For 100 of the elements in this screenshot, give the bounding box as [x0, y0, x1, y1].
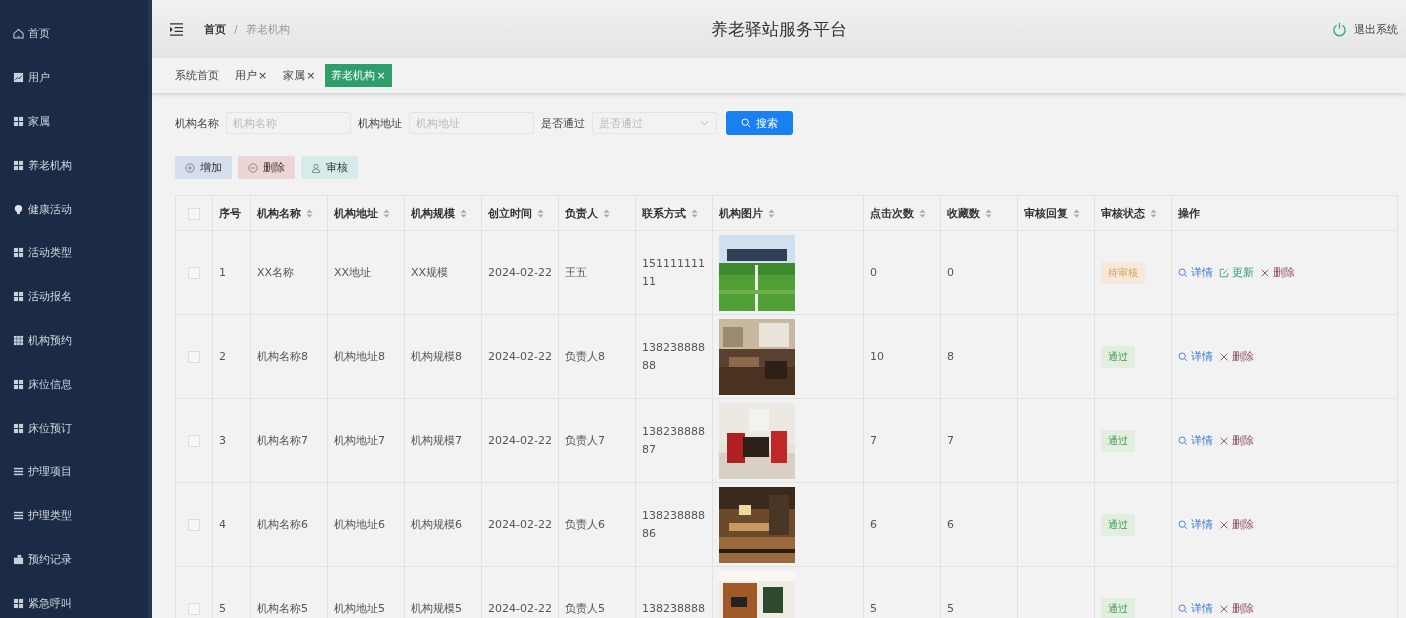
sort-icon[interactable] [603, 208, 610, 218]
scale-cell: 机构规模8 [411, 350, 462, 363]
delete-button[interactable]: 删除 [238, 156, 295, 179]
scale-cell: XX规模 [411, 266, 449, 279]
sidebar-item[interactable]: 护理类型 [0, 493, 148, 538]
favorites-cell: 7 [947, 434, 954, 447]
tab[interactable]: 用户× [229, 64, 274, 87]
close-icon [1260, 267, 1270, 278]
sidebar-item[interactable]: 养老机构 [0, 143, 148, 188]
delete-link[interactable]: 删除 [1260, 265, 1295, 280]
sort-icon[interactable] [460, 208, 467, 218]
index-cell: 4 [219, 518, 226, 531]
scale-cell: 机构规模7 [411, 434, 462, 447]
name-cell: 机构名称7 [257, 434, 308, 447]
column-header[interactable]: 操作 [1178, 205, 1200, 221]
grid-icon [13, 247, 24, 259]
sort-icon[interactable] [537, 208, 544, 218]
audit-button[interactable]: 审核 [301, 156, 358, 179]
address-cell: 机构地址7 [334, 434, 385, 447]
sidebar-item[interactable]: 活动报名 [0, 274, 148, 319]
status-tag: 待审核 [1101, 261, 1145, 284]
name-cell: 机构名称8 [257, 350, 308, 363]
sidebar-item[interactable]: 床位预订 [0, 406, 148, 450]
search-icon [1178, 519, 1188, 530]
delete-link[interactable]: 删除 [1219, 433, 1254, 448]
list-icon [13, 466, 24, 478]
row-checkbox[interactable] [188, 267, 200, 279]
status-tag: 通过 [1101, 429, 1135, 452]
manager-cell: 负责人5 [565, 602, 605, 615]
detail-link[interactable]: 详情 [1178, 265, 1213, 280]
sidebar-item[interactable]: 床位信息 [0, 362, 148, 407]
manager-cell: 负责人7 [565, 434, 605, 447]
breadcrumb-item[interactable]: 首页 [204, 21, 226, 37]
grid-icon [13, 291, 24, 303]
index-cell: 5 [219, 602, 226, 615]
delete-link[interactable]: 删除 [1219, 517, 1254, 532]
sort-icon[interactable] [985, 208, 992, 218]
sort-icon[interactable] [306, 208, 313, 218]
name-cell: 机构名称6 [257, 518, 308, 531]
status-tag: 通过 [1101, 597, 1135, 618]
detail-link[interactable]: 详情 [1178, 433, 1213, 448]
search-icon [1178, 435, 1188, 446]
phone-cell-text: 15111111111 [642, 255, 706, 290]
delete-link[interactable]: 删除 [1219, 349, 1254, 364]
search-icon [1178, 351, 1188, 362]
phone-cell-text: 13823888887 [642, 423, 706, 458]
clicks-cell: 7 [870, 434, 877, 447]
grid-icon [13, 116, 24, 127]
sidebar-item[interactable]: 护理项目 [0, 449, 148, 494]
date-cell: 2024-02-22 [488, 518, 552, 531]
detail-link[interactable]: 详情 [1178, 349, 1213, 364]
sidebar-item[interactable]: 用户 [0, 55, 148, 100]
row-checkbox[interactable] [188, 351, 200, 363]
status-tag: 通过 [1101, 345, 1135, 368]
close-button[interactable]: × [306, 69, 316, 82]
scale-cell: 机构规模5 [411, 602, 462, 615]
index-cell: 2 [219, 350, 226, 363]
scale-cell: 机构规模6 [411, 518, 462, 531]
close-button[interactable]: × [258, 69, 268, 82]
sidebar-item[interactable]: 活动类型 [0, 231, 148, 275]
sort-icon[interactable] [1150, 208, 1157, 218]
minus-circle-icon [248, 162, 258, 173]
sort-icon[interactable] [1073, 208, 1080, 218]
phone-cell-text: 138238888 [642, 600, 706, 617]
delete-link[interactable]: 删除 [1219, 601, 1254, 616]
sort-icon[interactable] [383, 208, 390, 218]
logout-button[interactable]: 退出系统 [1332, 21, 1398, 37]
favorites-cell: 8 [947, 350, 954, 363]
sort-icon[interactable] [768, 208, 775, 218]
date-cell: 2024-02-22 [488, 266, 552, 279]
select-all-checkbox[interactable] [188, 207, 200, 220]
row-checkbox[interactable] [188, 519, 200, 531]
close-icon [1219, 351, 1229, 362]
sidebar-item[interactable]: 预约记录 [0, 537, 148, 582]
bulb-icon [13, 203, 24, 215]
tab[interactable]: 家属× [277, 64, 322, 87]
sidebar-item[interactable]: 紧急呼叫 [0, 581, 148, 618]
sidebar-item[interactable]: 家属 [0, 99, 148, 144]
bag-icon [13, 553, 24, 565]
sidebar-item[interactable]: 健康活动 [0, 187, 148, 231]
manager-cell: 王五 [565, 266, 587, 279]
column-header[interactable]: 机构图片 [719, 205, 775, 221]
menu-icon[interactable] [169, 22, 184, 36]
sidebar-item[interactable]: 机构预约 [0, 318, 148, 363]
sort-icon[interactable] [919, 208, 926, 218]
grid-icon [13, 159, 24, 171]
address-cell: 机构地址5 [334, 602, 385, 615]
detail-link[interactable]: 详情 [1178, 601, 1213, 616]
search-button[interactable]: 搜索 [726, 111, 793, 135]
date-cell: 2024-02-22 [488, 434, 552, 447]
sort-icon[interactable] [691, 208, 698, 218]
close-icon [1219, 435, 1229, 446]
row-checkbox[interactable] [188, 603, 200, 615]
field-label: 机构地址 [358, 115, 402, 131]
row-checkbox[interactable] [188, 435, 200, 447]
home-icon [13, 28, 24, 40]
tab[interactable]: 系统首页 [169, 64, 225, 87]
detail-link[interactable]: 详情 [1178, 517, 1213, 532]
sidebar-item[interactable]: 首页 [0, 12, 148, 56]
add-button[interactable]: 增加 [175, 156, 232, 179]
